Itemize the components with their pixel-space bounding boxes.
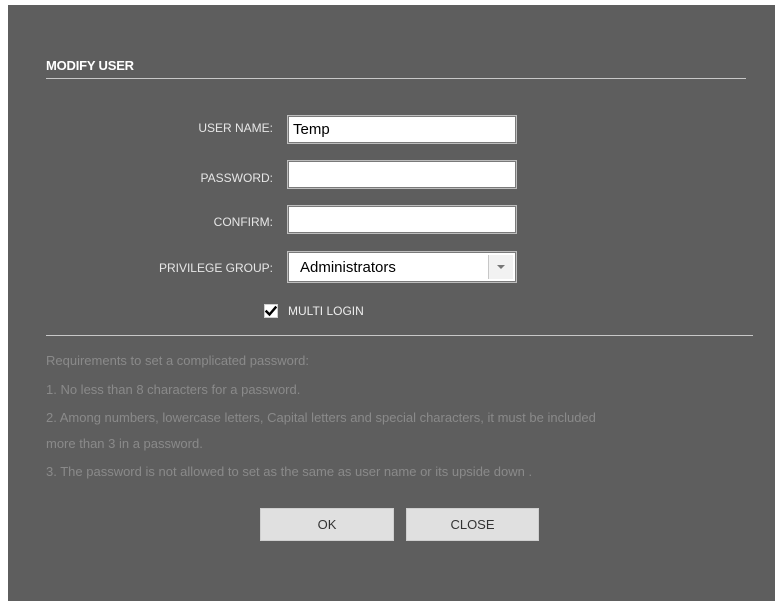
privilege-group-select[interactable]: Administrators xyxy=(287,251,517,283)
multi-login-label: MULTI LOGIN xyxy=(288,304,364,318)
requirements-heading: Requirements to set a complicated passwo… xyxy=(46,353,310,368)
password-label: PASSWORD: xyxy=(200,171,273,185)
confirm-label: CONFIRM: xyxy=(213,215,273,229)
requirement-line-2: 2. Among numbers, lowercase letters, Cap… xyxy=(46,410,596,425)
confirm-field-frame xyxy=(287,205,517,234)
password-input[interactable] xyxy=(291,164,515,185)
requirement-line-1: 1. No less than 8 characters for a passw… xyxy=(46,382,301,397)
dialog-title: MODIFY USER xyxy=(46,58,134,73)
privilege-group-value: Administrators xyxy=(300,259,396,276)
chevron-down-icon xyxy=(497,265,505,269)
username-input[interactable] xyxy=(291,119,515,140)
title-divider xyxy=(46,78,746,79)
close-button[interactable]: CLOSE xyxy=(406,508,539,541)
checkmark-icon xyxy=(265,305,277,317)
username-label: USER NAME: xyxy=(198,121,273,135)
multi-login-checkbox[interactable] xyxy=(264,304,278,318)
requirement-line-3: 3. The password is not allowed to set as… xyxy=(46,464,533,479)
requirement-line-2-continued: more than 3 in a password. xyxy=(46,436,203,451)
confirm-password-input[interactable] xyxy=(291,209,515,230)
username-field-frame xyxy=(287,115,517,144)
password-field-frame xyxy=(287,160,517,189)
privilege-group-label: PRIVILEGE GROUP: xyxy=(158,261,273,275)
dropdown-button[interactable] xyxy=(488,255,513,279)
multi-login-option[interactable]: MULTI LOGIN xyxy=(264,304,364,318)
section-divider xyxy=(46,335,753,336)
ok-button[interactable]: OK xyxy=(260,508,394,541)
